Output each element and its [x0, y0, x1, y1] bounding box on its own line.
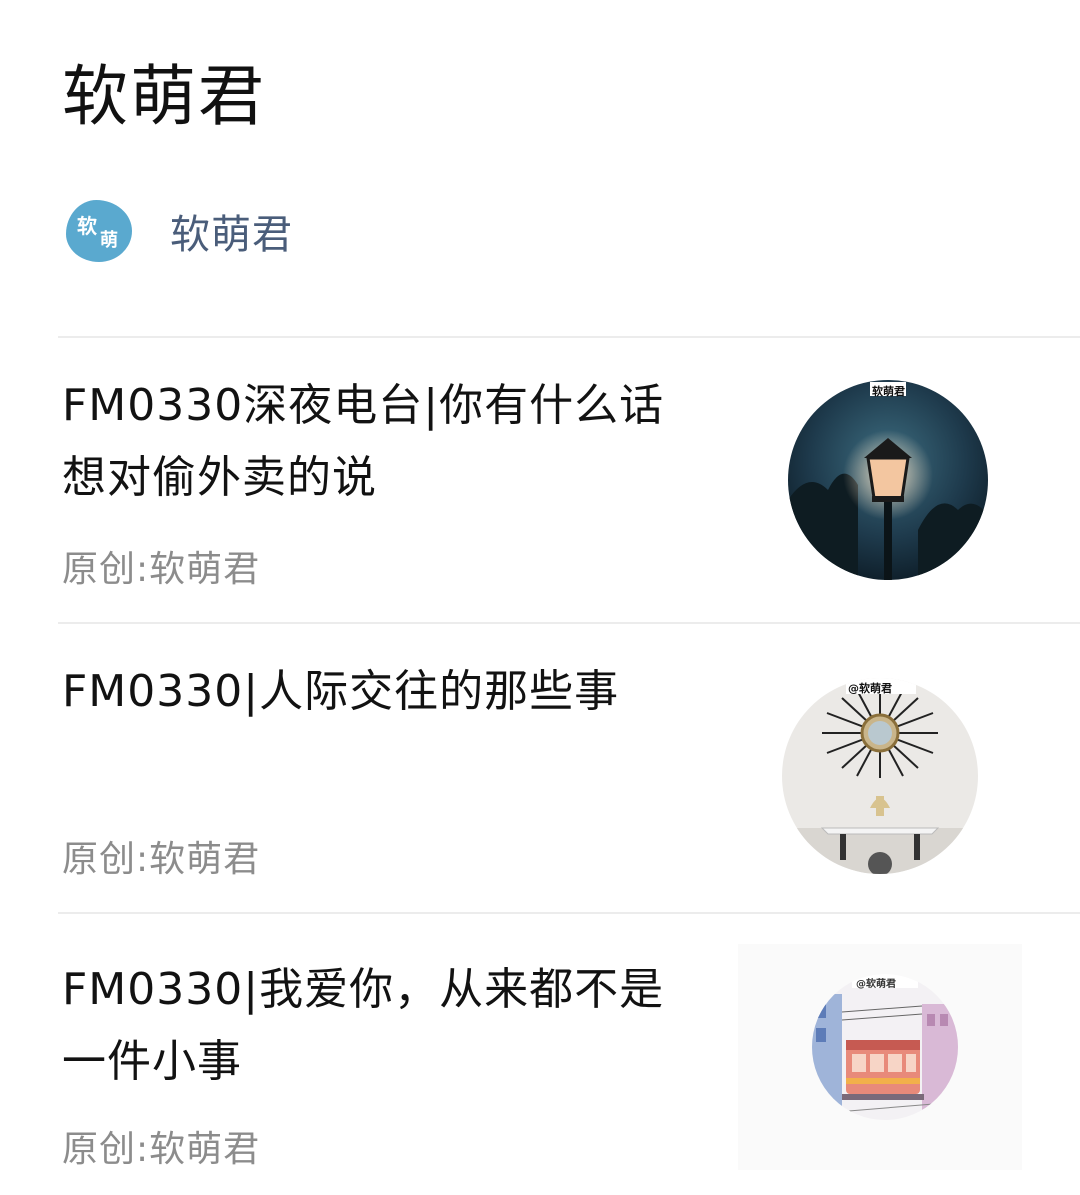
sunburst-mirror-image[interactable]: @软萌君 — [782, 678, 978, 874]
page-title: 软萌君 — [62, 58, 266, 135]
article-source: 原创:软萌君 — [62, 1129, 261, 1170]
avatar-glyph: 软 — [77, 214, 97, 238]
article-title[interactable]: FM0330深夜电台|你有什么话想对偷外卖的说 — [62, 370, 692, 514]
article-item[interactable]: FM0330|人际交往的那些事 原创:软萌君 @软萌君 — [0, 624, 1080, 912]
thumb-watermark: @软萌君 — [856, 979, 896, 990]
thumb-watermark: @软萌君 — [848, 682, 892, 695]
article-item[interactable]: FM0330深夜电台|你有什么话想对偷外卖的说 原创:软萌君 软萌君 — [0, 340, 1080, 622]
tram-street-image[interactable]: @软萌君 — [812, 974, 958, 1120]
thumb-watermark: 软萌君 — [872, 385, 905, 398]
account-avatar[interactable]: 软 萌 — [66, 200, 132, 262]
article-title[interactable]: FM0330|我爱你，从来都不是一件小事 — [62, 954, 692, 1098]
street-lamp-image[interactable]: 软萌君 — [788, 380, 988, 580]
article-source: 原创:软萌君 — [62, 839, 261, 880]
account-name[interactable]: 软萌君 — [170, 202, 293, 260]
article-title[interactable]: FM0330|人际交往的那些事 — [62, 656, 692, 728]
article-item[interactable]: FM0330|我爱你，从来都不是一件小事 原创:软萌君 @软萌君 — [0, 914, 1080, 1195]
divider — [58, 336, 1080, 338]
account-row[interactable]: 软 萌 软萌君 — [66, 196, 293, 266]
article-source: 原创:软萌君 — [62, 549, 261, 590]
avatar-glyph: 萌 — [100, 230, 118, 251]
